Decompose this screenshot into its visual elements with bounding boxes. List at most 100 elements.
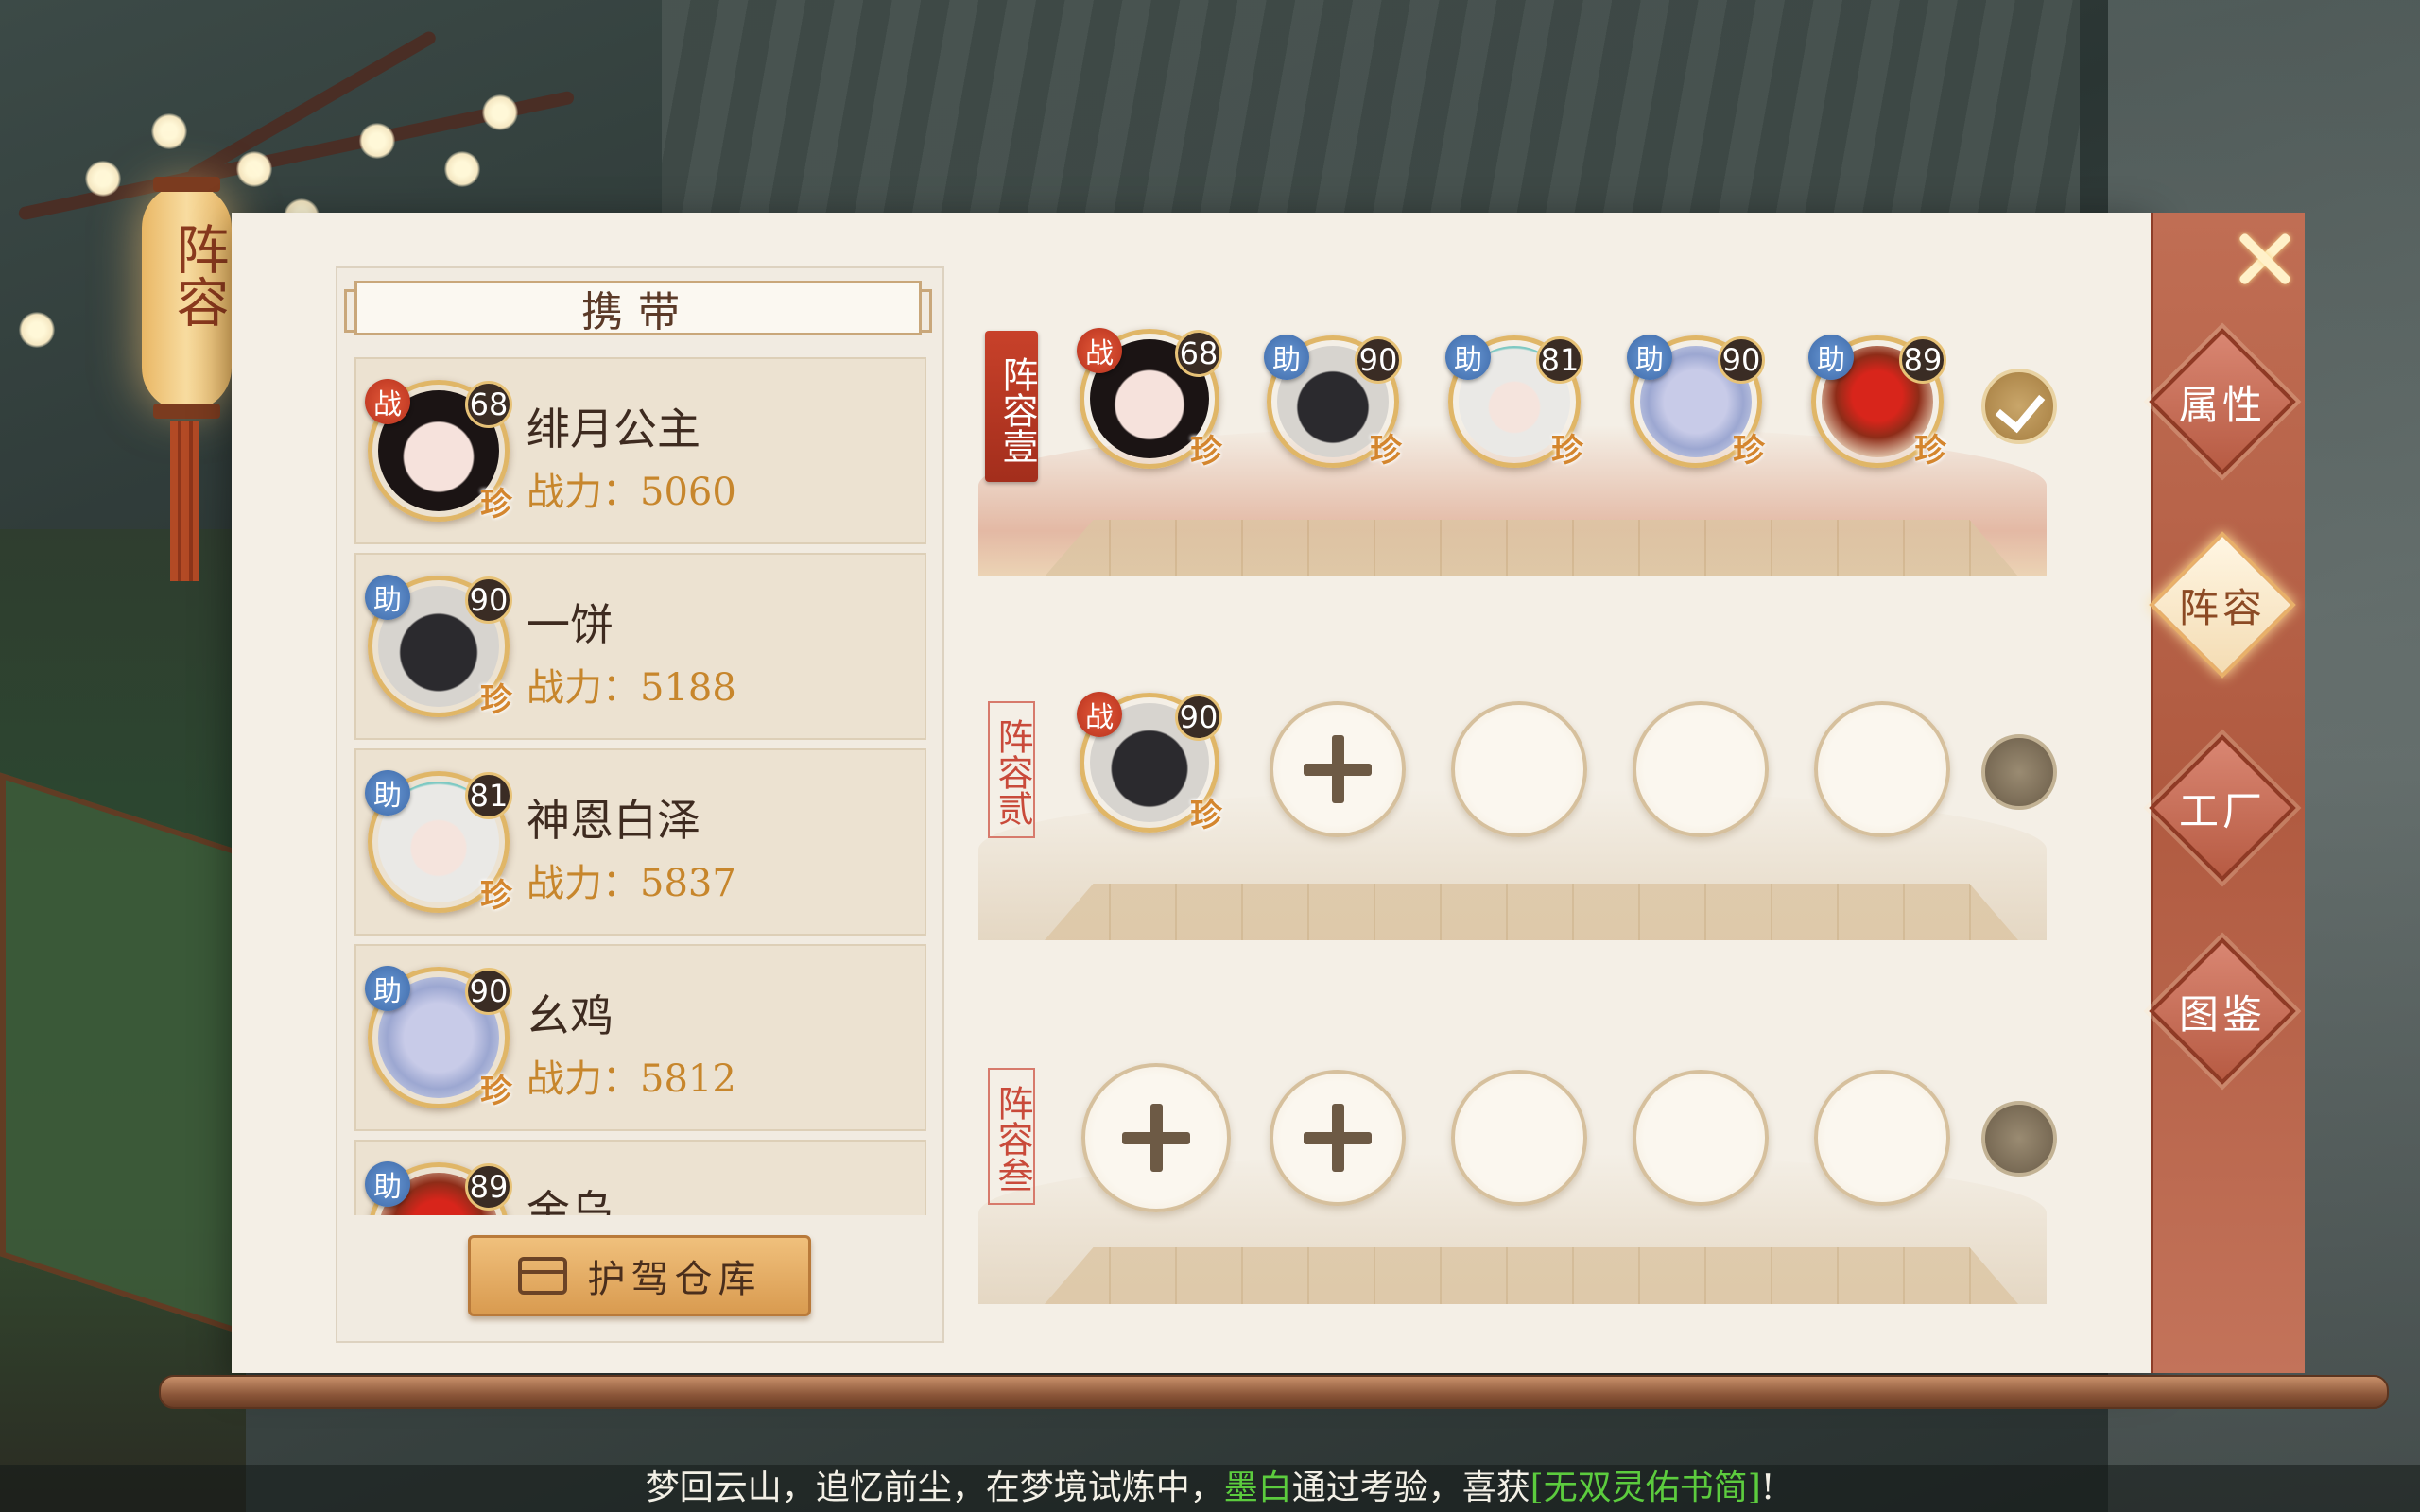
tab-label: 图鉴 xyxy=(2178,990,2266,1038)
rarity-badge: 珍 xyxy=(1551,432,1583,470)
lineup-3-add-leader-slot[interactable] xyxy=(1081,1063,1231,1212)
companion-name: 绯月公主 xyxy=(527,404,700,455)
check-icon xyxy=(1995,381,2046,434)
level-badge: 90 xyxy=(1355,336,1402,384)
lineup-2-empty-slot[interactable] xyxy=(1633,701,1769,837)
rarity-badge: 珍 xyxy=(1914,432,1946,470)
lineup-1-slot-2[interactable]: 助 90 珍 xyxy=(1264,335,1402,470)
carry-card-4[interactable]: 助 89 珍 金乌 xyxy=(354,1140,926,1215)
lineup-3-empty-slot[interactable] xyxy=(1451,1070,1587,1206)
warehouse-label: 护驾仓库 xyxy=(587,1258,762,1301)
role-badge: 助 xyxy=(1264,335,1309,380)
announcement-suffix: ! xyxy=(1760,1469,1775,1507)
lineup-3-select-toggle[interactable] xyxy=(1981,1101,2057,1177)
lineup-2-empty-slot[interactable] xyxy=(1451,701,1587,837)
role-badge: 助 xyxy=(1627,335,1672,380)
lantern-tassel xyxy=(170,421,199,581)
role-badge: 助 xyxy=(365,1161,410,1207)
background-roof xyxy=(662,0,2080,217)
lantern-label: 阵容 xyxy=(167,222,229,328)
companion-power: 战力：5188 xyxy=(527,666,736,710)
role-badge: 助 xyxy=(365,575,410,620)
companion-portrait: 战 68 珍 xyxy=(365,379,512,524)
companion-portrait: 助 81 珍 xyxy=(365,770,512,915)
carry-card-2[interactable]: 助 81 珍 神恩白泽 战力：5837 xyxy=(354,748,926,936)
plus-icon xyxy=(1304,735,1372,803)
lineup-1-tag[interactable]: 阵容壹 xyxy=(985,331,1038,482)
lineup-2-slot-1[interactable]: 战 90 珍 xyxy=(1077,692,1222,834)
flower xyxy=(19,312,55,348)
lineup-1-slot-3[interactable]: 助 81 珍 xyxy=(1445,335,1583,470)
level-badge: 68 xyxy=(1175,330,1222,377)
companion-power: 战力：5837 xyxy=(527,862,736,905)
announcement-player: 墨白 xyxy=(1223,1469,1292,1507)
level-badge: 68 xyxy=(465,381,512,428)
lineup-lantern: 阵容 xyxy=(142,177,232,419)
rarity-badge: 珍 xyxy=(480,877,512,915)
rarity-badge: 珍 xyxy=(480,486,512,524)
lineup-2-tag[interactable]: 阵容贰 xyxy=(988,701,1035,838)
announcement-reward: [无双灵佑书简] xyxy=(1530,1469,1761,1507)
lineup-3-tag[interactable]: 阵容叁 xyxy=(988,1068,1035,1205)
tab-label: 属性 xyxy=(2178,381,2266,428)
role-badge: 助 xyxy=(1808,335,1854,380)
lineup-3-add-slot[interactable] xyxy=(1270,1070,1406,1206)
companion-portrait: 助 90 珍 xyxy=(365,966,512,1110)
plus-icon xyxy=(1122,1104,1190,1172)
level-badge: 81 xyxy=(1536,336,1583,384)
level-badge: 89 xyxy=(465,1163,512,1211)
level-badge: 90 xyxy=(1718,336,1765,384)
lineup-2-add-slot[interactable] xyxy=(1270,701,1406,837)
close-icon[interactable] xyxy=(2226,222,2302,298)
announcement-prefix: 梦回云山，追忆前尘，在梦境试炼中， xyxy=(645,1469,1224,1507)
branch xyxy=(185,28,439,183)
tab-codex[interactable]: 图鉴 xyxy=(2149,937,2296,1085)
companion-name: 金乌 xyxy=(527,1186,614,1215)
carry-list[interactable]: 战 68 珍 绯月公主 战力：5060 助 90 珍 一饼 战力：5188 助 … xyxy=(354,357,926,1215)
flower xyxy=(85,161,121,197)
flower xyxy=(444,151,480,187)
rarity-badge: 珍 xyxy=(480,1073,512,1110)
lineup-3-empty-slot[interactable] xyxy=(1814,1070,1950,1206)
lineup-3-empty-slot[interactable] xyxy=(1633,1070,1769,1206)
rarity-badge: 珍 xyxy=(480,681,512,719)
companion-power: 战力：5812 xyxy=(527,1057,736,1101)
bottom-rail xyxy=(159,1375,2389,1409)
tab-lineup[interactable]: 阵容 xyxy=(2149,531,2296,679)
lineup-2-select-toggle[interactable] xyxy=(1981,734,2057,810)
companion-name: 神恩白泽 xyxy=(527,795,700,846)
lineup-1-slot-4[interactable]: 助 90 珍 xyxy=(1627,335,1765,470)
tab-attributes[interactable]: 属性 xyxy=(2149,328,2296,475)
carry-card-3[interactable]: 助 90 珍 幺鸡 战力：5812 xyxy=(354,944,926,1131)
role-badge: 助 xyxy=(1445,335,1491,380)
level-badge: 90 xyxy=(1175,694,1222,741)
chest-icon xyxy=(517,1257,567,1295)
plus-icon xyxy=(1304,1104,1372,1172)
lineup-2-empty-slot[interactable] xyxy=(1814,701,1950,837)
carry-card-0[interactable]: 战 68 珍 绯月公主 战力：5060 xyxy=(354,357,926,544)
role-badge: 战 xyxy=(1077,692,1122,737)
tab-label: 工厂 xyxy=(2178,787,2266,834)
companion-power: 战力：5060 xyxy=(527,471,736,514)
tab-label: 阵容 xyxy=(2178,584,2266,631)
carry-card-1[interactable]: 助 90 珍 一饼 战力：5188 xyxy=(354,553,926,740)
level-badge: 90 xyxy=(465,968,512,1015)
green-cloth xyxy=(0,772,248,1337)
tab-factory[interactable]: 工厂 xyxy=(2149,734,2296,882)
role-badge: 助 xyxy=(365,966,410,1011)
carry-header: 携带 xyxy=(344,281,932,336)
flower xyxy=(151,113,187,149)
role-badge: 战 xyxy=(365,379,410,424)
role-badge: 战 xyxy=(1077,328,1122,373)
lineup-1-select-toggle[interactable] xyxy=(1981,369,2057,444)
flower xyxy=(236,151,272,187)
rarity-badge: 珍 xyxy=(1190,433,1222,471)
rarity-badge: 珍 xyxy=(1733,432,1765,470)
companion-name: 幺鸡 xyxy=(527,990,614,1041)
lineup-1-slot-1[interactable]: 战 68 珍 xyxy=(1077,328,1222,471)
background-left-scene xyxy=(0,529,248,1512)
lineup-1-slot-5[interactable]: 助 89 珍 xyxy=(1808,335,1946,470)
system-announcement: 梦回云山，追忆前尘，在梦境试炼中，墨白通过考验，喜获[无双灵佑书简]! xyxy=(0,1465,2420,1512)
escort-warehouse-button[interactable]: 护驾仓库 xyxy=(468,1235,811,1316)
rarity-badge: 珍 xyxy=(1190,797,1222,834)
